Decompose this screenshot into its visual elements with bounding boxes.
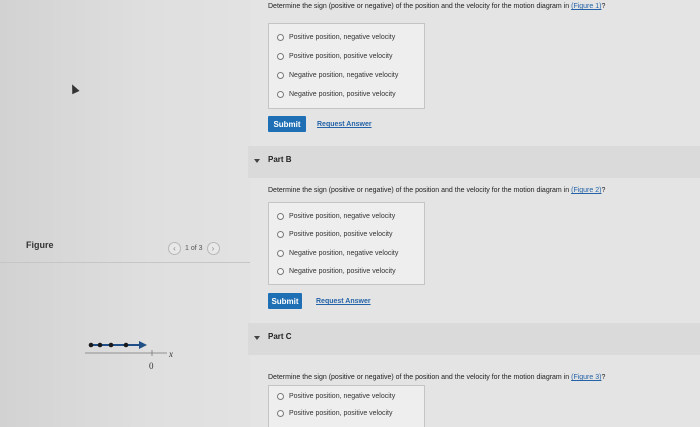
option[interactable]: Positive position, negative velocity [277, 393, 395, 400]
question-text: Determine the sign (positive or negative… [268, 3, 572, 10]
velocity-arrow-head [139, 341, 147, 349]
motion-dot [97, 342, 103, 348]
mouse-cursor-icon [68, 82, 80, 95]
part-a-question: Determine the sign (positive or negative… [268, 3, 605, 10]
part-a-request-answer-link[interactable]: Request Answer [317, 121, 372, 128]
figure-pager-text: 1 of 3 [185, 245, 203, 252]
radio-button[interactable] [277, 72, 284, 79]
radio-button[interactable] [277, 393, 284, 400]
option[interactable]: Positive position, positive velocity [277, 410, 393, 417]
figure-3-link[interactable]: (Figure 3) [571, 374, 601, 381]
figure-pager: ‹ 1 of 3 › [168, 242, 220, 255]
figure-panel: Figure ‹ 1 of 3 › x 0 [0, 0, 250, 427]
motion-dot [123, 342, 129, 348]
part-b-question: Determine the sign (positive or negative… [268, 187, 605, 194]
part-a-submit-button[interactable]: Submit [268, 116, 306, 132]
collapse-arrow-icon[interactable] [254, 336, 260, 340]
option-label: Positive position, positive velocity [289, 53, 393, 60]
option-label: Positive position, positive velocity [289, 231, 393, 238]
question-text: Determine the sign (positive or negative… [268, 374, 572, 381]
radio-button[interactable] [277, 34, 284, 41]
figure-2-link[interactable]: (Figure 2) [571, 187, 601, 194]
option-label: Positive position, positive velocity [289, 410, 393, 417]
figure-divider [0, 262, 250, 263]
option-label: Negative position, positive velocity [289, 268, 396, 275]
part-b-header[interactable]: Part B [248, 146, 700, 178]
figure-label: Figure [26, 240, 54, 250]
option-label: Negative position, negative velocity [289, 72, 399, 79]
radio-button[interactable] [277, 91, 284, 98]
option[interactable]: Negative position, positive velocity [277, 268, 396, 275]
option[interactable]: Negative position, negative velocity [277, 72, 398, 79]
radio-button[interactable] [277, 231, 284, 238]
option-label: Positive position, negative velocity [289, 34, 396, 41]
next-figure-button[interactable]: › [206, 242, 220, 255]
option-label: Positive position, negative velocity [289, 213, 396, 220]
option-label: Negative position, negative velocity [289, 250, 399, 257]
radio-button[interactable] [277, 268, 284, 275]
question-mark: ? [601, 374, 606, 381]
prev-figure-button[interactable]: ‹ [168, 242, 181, 255]
option[interactable]: Negative position, negative velocity [277, 250, 398, 257]
option[interactable]: Positive position, negative velocity [277, 213, 395, 220]
radio-button[interactable] [277, 250, 284, 257]
question-mark: ? [601, 187, 606, 194]
radio-button[interactable] [277, 213, 284, 220]
option[interactable]: Positive position, negative velocity [277, 34, 395, 41]
part-b-title: Part B [268, 155, 292, 164]
axis-label: x [168, 349, 173, 359]
motion-diagram: x 0 [85, 335, 185, 380]
origin-label: 0 [149, 361, 154, 371]
question-text: Determine the sign (positive or negative… [268, 187, 572, 194]
motion-diagram-svg: x 0 [85, 341, 173, 371]
question-mark: ? [601, 3, 606, 10]
part-a-options: Positive position, negative velocity Pos… [268, 23, 425, 109]
part-b-submit-button[interactable]: Submit [268, 293, 302, 309]
option-label: Negative position, positive velocity [289, 91, 396, 98]
part-c-options: Positive position, negative velocity Pos… [268, 385, 425, 427]
option[interactable]: Positive position, positive velocity [277, 231, 393, 238]
motion-dot [88, 342, 94, 348]
option-label: Positive position, negative velocity [289, 393, 396, 400]
part-b-options: Positive position, negative velocity Pos… [268, 202, 425, 285]
option[interactable]: Positive position, positive velocity [277, 53, 393, 60]
part-b-request-answer-link[interactable]: Request Answer [316, 298, 371, 305]
figure-1-link[interactable]: (Figure 1) [571, 3, 601, 10]
radio-button[interactable] [277, 53, 284, 60]
part-c-question: Determine the sign (positive or negative… [268, 374, 605, 381]
option[interactable]: Negative position, positive velocity [277, 91, 396, 98]
motion-dot [108, 342, 114, 348]
radio-button[interactable] [277, 410, 284, 417]
part-c-header[interactable]: Part C [248, 323, 700, 355]
part-c-title: Part C [268, 332, 292, 341]
collapse-arrow-icon[interactable] [254, 159, 260, 163]
